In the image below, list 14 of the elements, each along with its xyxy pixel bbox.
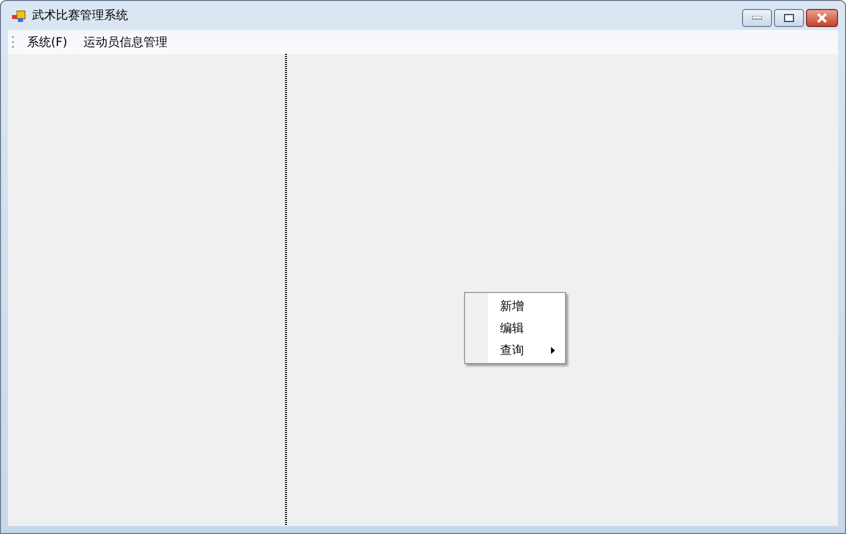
minimize-icon: [752, 16, 762, 20]
close-icon: [816, 13, 828, 23]
window-title: 武术比赛管理系统: [32, 7, 128, 24]
grip-icon: [12, 35, 15, 49]
menu-item[interactable]: 运动员信息管理: [77, 32, 178, 52]
context-menu-item[interactable]: 查询: [465, 339, 565, 361]
maximize-icon: [784, 14, 794, 22]
maximize-button[interactable]: [774, 9, 804, 27]
context-menu-item[interactable]: 新增: [465, 295, 565, 317]
minimize-button[interactable]: [742, 9, 772, 27]
context-menu-item[interactable]: 编辑: [465, 317, 565, 339]
app-icon: [12, 10, 26, 22]
close-button[interactable]: [806, 9, 838, 27]
menu-item[interactable]: 系统(F): [21, 32, 78, 52]
